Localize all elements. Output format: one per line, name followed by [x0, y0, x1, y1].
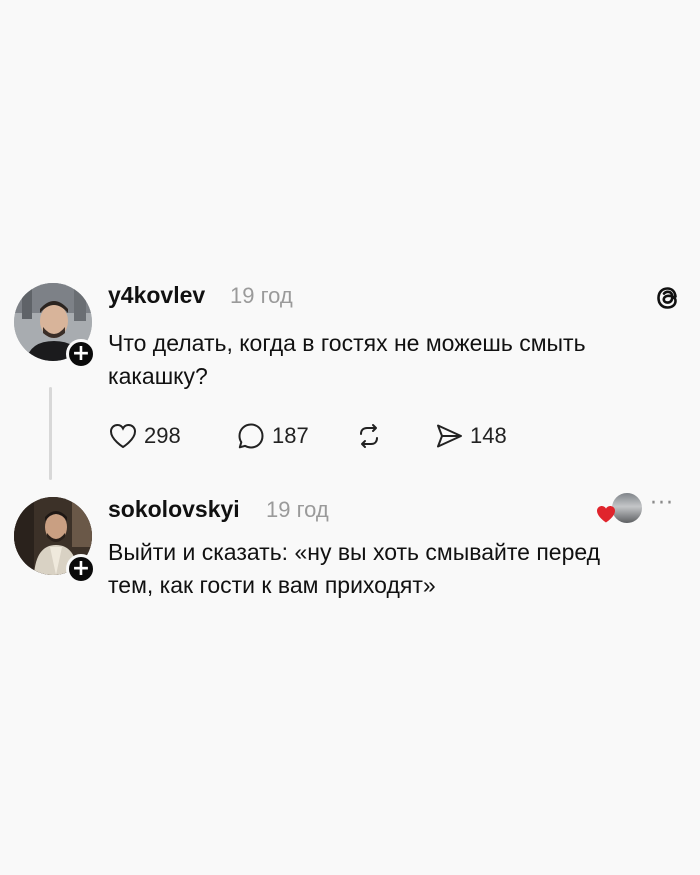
post-text-line: Что делать, когда в гостях не можешь смы… — [108, 330, 586, 356]
username[interactable]: sokolovskyi — [108, 496, 240, 523]
like-count: 298 — [144, 423, 181, 448]
repost-button[interactable] — [354, 419, 384, 453]
post-timestamp: 19 год — [266, 497, 329, 522]
follow-plus-button[interactable]: + — [66, 339, 96, 369]
like-button[interactable]: 298 — [108, 419, 181, 453]
thread-connector-line — [49, 387, 52, 480]
username[interactable]: y4kovlev — [108, 282, 205, 309]
repost-icon — [360, 424, 378, 448]
reply-post: + sokolovskyi 19 год ··· Выйти и сказать… — [0, 485, 700, 605]
post-text-line: Выйти и сказать: «ну вы хоть смывайте пе… — [108, 539, 601, 565]
red-heart-icon — [597, 506, 615, 523]
post-actions: 298 187 148 — [108, 419, 528, 453]
post-text-line: тем, как гости к вам приходят» — [108, 572, 436, 598]
post-text: Что делать, когда в гостях не можешь смы… — [108, 327, 688, 393]
more-options-icon[interactable]: ··· — [650, 491, 674, 516]
threads-logo-icon[interactable] — [650, 280, 686, 316]
liked-by-author-badge — [595, 491, 644, 527]
post-text-line: какашку? — [108, 363, 208, 389]
post-text: Выйти и сказать: «ну вы хоть смывайте пе… — [108, 536, 688, 602]
reply-count: 187 — [272, 423, 309, 448]
follow-plus-button[interactable]: + — [66, 554, 96, 584]
comment-bubble-icon — [238, 423, 264, 449]
share-button[interactable]: 148 — [434, 419, 507, 453]
send-icon — [437, 424, 462, 448]
post-timestamp: 19 год — [230, 283, 293, 308]
thread-post: + y4kovlev 19 год Что делать, когда в го… — [0, 270, 700, 480]
heart-icon — [109, 423, 137, 449]
share-count: 148 — [470, 423, 507, 448]
reply-button[interactable]: 187 — [236, 419, 309, 453]
